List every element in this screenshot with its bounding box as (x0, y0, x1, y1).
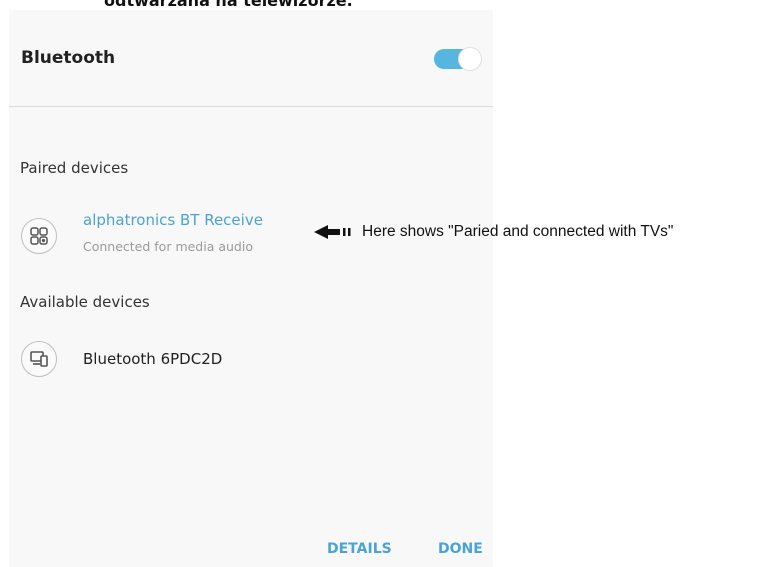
done-button[interactable]: DONE (438, 541, 483, 557)
paired-device-status: Connected for media audio (83, 239, 253, 254)
annotation-text: Here shows "Paried and connected with TV… (362, 223, 674, 240)
toggle-knob (458, 47, 482, 71)
page: odtwarzana na telewizorze. Bluetooth Pai… (0, 0, 766, 567)
paired-devices-title: Paired devices (20, 159, 129, 177)
details-button[interactable]: DETAILS (327, 541, 392, 557)
available-devices-title: Available devices (20, 293, 150, 311)
arrow-left-icon (314, 225, 351, 239)
bluetooth-toggle[interactable] (434, 47, 482, 71)
annotation: Here shows "Paried and connected with TV… (312, 222, 673, 242)
bluetooth-dialog: Bluetooth Paired devices alphatronics BT… (9, 10, 493, 567)
paired-device-name: alphatronics BT Receive (83, 211, 263, 229)
available-device-name: Bluetooth 6PDC2D (83, 350, 223, 368)
cropped-caption: odtwarzana na telewizorze. (104, 0, 353, 10)
header-divider (9, 106, 493, 107)
devices-icon (21, 341, 57, 377)
bluetooth-title: Bluetooth (21, 48, 116, 68)
headset-bluetooth-icon (21, 218, 57, 254)
available-device-row[interactable]: Bluetooth 6PDC2D (9, 328, 493, 384)
